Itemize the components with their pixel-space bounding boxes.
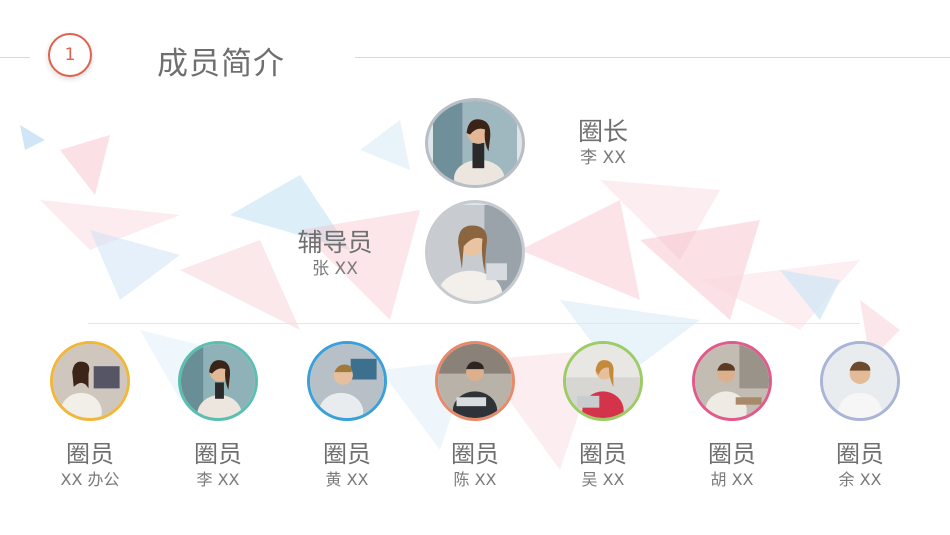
member-avatar [820, 341, 900, 421]
member-name: 吴 XX [581, 470, 625, 489]
person-photo-icon [433, 101, 517, 185]
member-name: XX 办公 [60, 470, 120, 489]
person-photo-icon [310, 344, 384, 418]
advisor-info: 辅导员 张 XX [280, 228, 390, 280]
person-photo-icon [566, 344, 640, 418]
member-card: 圈员 吴 XX [553, 341, 653, 491]
member-avatar [692, 341, 772, 421]
leader-name: 李 XX [580, 148, 626, 168]
member-avatar [435, 341, 515, 421]
page-title: 成员简介 [157, 46, 285, 82]
member-card: 圈员 李 XX [168, 341, 268, 491]
member-card: 圈员 胡 XX [682, 341, 782, 491]
member-card: 圈员 余 XX [810, 341, 910, 491]
member-avatar [50, 341, 130, 421]
advisor-avatar [425, 200, 525, 304]
advisor-role: 辅导员 [297, 228, 373, 257]
member-role: 圈员 [323, 440, 371, 468]
advisor-name: 张 XX [312, 259, 358, 279]
member-role: 圈员 [451, 440, 499, 468]
person-photo-icon [823, 344, 897, 418]
header-line-left [0, 57, 30, 58]
member-name: 胡 XX [710, 470, 754, 489]
member-role: 圈员 [836, 440, 884, 468]
member-name: 余 XX [838, 470, 882, 489]
member-avatar [307, 341, 387, 421]
member-role: 圈员 [579, 440, 627, 468]
member-card: 圈员 陈 XX [425, 341, 525, 491]
header-line-right [355, 57, 950, 58]
member-card: 圈员 XX 办公 [40, 341, 140, 491]
member-avatar [178, 341, 258, 421]
leader-info: 圈长 李 XX [563, 117, 643, 169]
person-photo-icon [53, 344, 127, 418]
person-photo-icon [428, 205, 522, 301]
member-role: 圈员 [66, 440, 114, 468]
member-role: 圈员 [194, 440, 242, 468]
person-photo-icon [438, 344, 512, 418]
member-name: 黄 XX [325, 470, 369, 489]
person-photo-icon [695, 344, 769, 418]
person-photo-icon [181, 344, 255, 418]
divider-line [88, 323, 860, 324]
section-number-badge: 1 [48, 33, 92, 77]
member-name: 陈 XX [453, 470, 497, 489]
member-avatar [563, 341, 643, 421]
section-number: 1 [64, 45, 76, 65]
member-card: 圈员 黄 XX [297, 341, 397, 491]
leader-avatar [425, 98, 525, 188]
member-name: 李 XX [196, 470, 240, 489]
leader-role: 圈长 [577, 117, 628, 146]
member-role: 圈员 [708, 440, 756, 468]
